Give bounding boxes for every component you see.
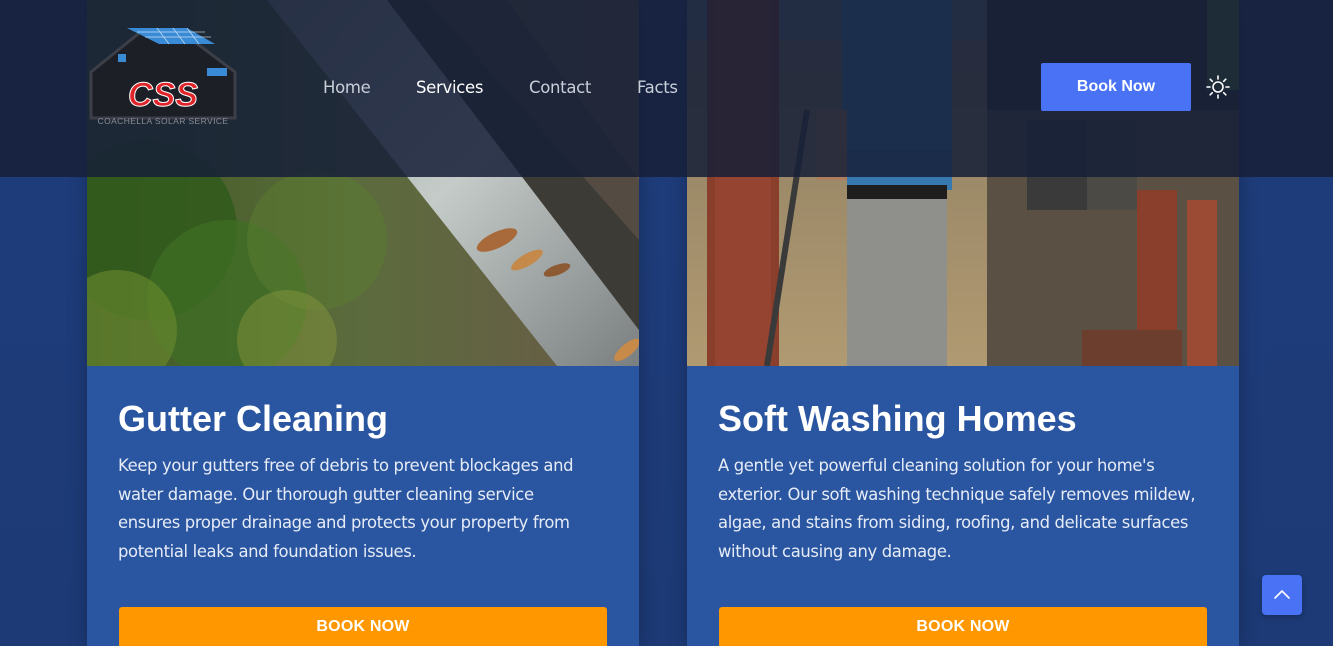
card-description: A gentle yet powerful cleaning solution … (718, 456, 1196, 562)
nav-contact[interactable]: Contact (529, 78, 591, 97)
nav-services[interactable]: Services (416, 78, 483, 97)
book-now-button[interactable]: BOOK NOW (719, 607, 1207, 646)
book-now-header-button[interactable]: Book Now (1041, 63, 1191, 111)
logo-tagline: COACHELLA SOLAR SERVICE (98, 116, 229, 126)
card-description: Keep your gutters free of debris to prev… (118, 456, 574, 562)
sun-icon (1206, 75, 1230, 99)
scroll-to-top-button[interactable] (1262, 575, 1302, 615)
logo-letters: CSS (128, 76, 198, 114)
chevron-up-icon (1274, 590, 1290, 599)
book-now-button[interactable]: BOOK NOW (119, 607, 607, 646)
nav-home[interactable]: Home (323, 78, 371, 97)
site-header: CSS COACHELLA SOLAR SERVICE Home Service… (0, 0, 1333, 177)
card-title: Gutter Cleaning (118, 398, 389, 439)
nav-facts[interactable]: Facts (637, 78, 678, 97)
card-title: Soft Washing Homes (718, 398, 1077, 439)
company-logo[interactable]: CSS COACHELLA SOLAR SERVICE (87, 26, 239, 130)
theme-toggle[interactable] (1205, 74, 1231, 100)
